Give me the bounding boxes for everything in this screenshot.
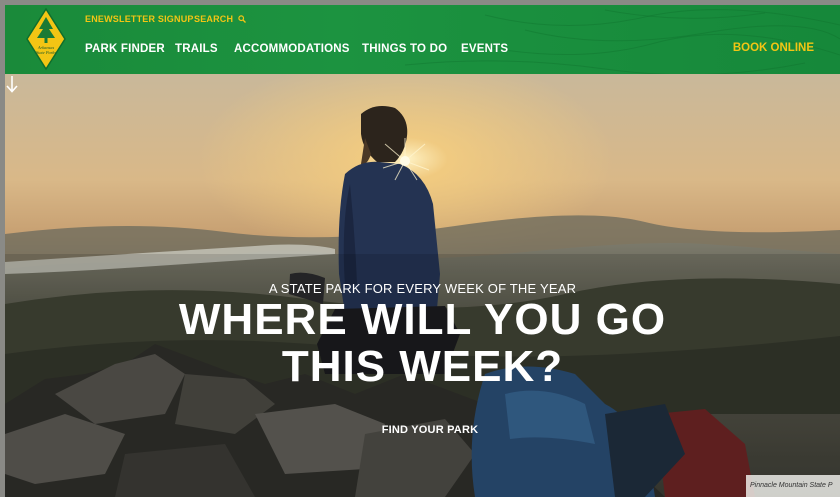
hero-headline-line2: THIS WEEK? — [281, 342, 564, 391]
nav-things-to-do[interactable]: THINGS TO DO — [362, 43, 447, 55]
hero-headline: WHERE WILL YOU GO THIS WEEK? — [5, 296, 840, 390]
search-label: SEARCH — [194, 14, 234, 24]
nav-accommodations[interactable]: ACCOMMODATIONS — [234, 43, 350, 55]
find-your-park-link[interactable]: FIND YOUR PARK — [5, 424, 840, 436]
nav-park-finder[interactable]: PARK FINDER — [85, 43, 165, 55]
svg-text:State Parks: State Parks — [36, 50, 56, 55]
enewsletter-signup-link[interactable]: ENEWSLETTER SIGNUP — [85, 14, 194, 24]
search-icon — [238, 15, 246, 23]
book-online-button[interactable]: BOOK ONLINE — [733, 42, 814, 54]
search-link[interactable]: SEARCH — [194, 14, 246, 24]
hero-headline-line1: WHERE WILL YOU GO — [178, 295, 667, 344]
hero: A STATE PARK FOR EVERY WEEK OF THE YEAR … — [5, 74, 840, 497]
logo-icon: Arkansas State Parks — [26, 7, 66, 71]
nav-events[interactable]: EVENTS — [461, 43, 508, 55]
arrow-down-icon[interactable] — [5, 74, 19, 94]
site-header: Arkansas State Parks ENEWSLETTER SIGNUP … — [5, 5, 840, 74]
nav-trails[interactable]: TRAILS — [175, 43, 218, 55]
logo[interactable]: Arkansas State Parks — [25, 7, 67, 71]
hero-eyebrow: A STATE PARK FOR EVERY WEEK OF THE YEAR — [268, 281, 577, 296]
browser-frame: Arkansas State Parks ENEWSLETTER SIGNUP … — [5, 5, 840, 497]
photo-caption: Pinnacle Mountain State P — [746, 475, 840, 497]
